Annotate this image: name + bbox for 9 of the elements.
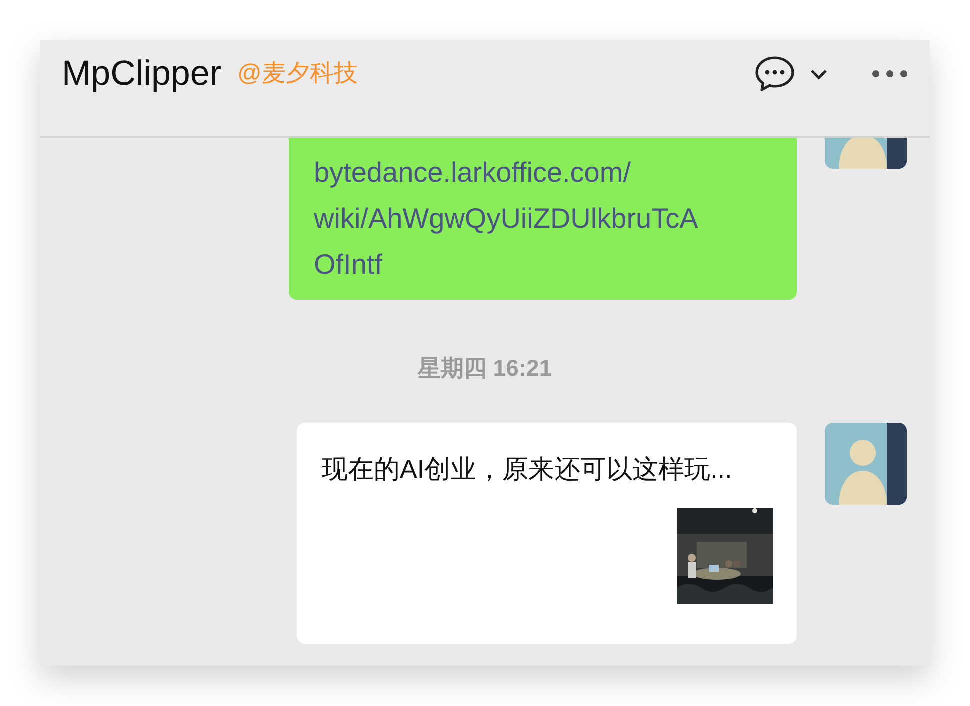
article-title: 现在的AI创业，原来还可以这样玩... [322, 453, 734, 486]
avatar[interactable] [825, 423, 907, 505]
message-bubble[interactable]: bytedance.larkoffice.com/ wiki/AhWgwQyUiiZDUlkbruTcA OfIntf [289, 138, 797, 300]
link-text[interactable]: bytedance.larkoffice.com/ wiki/AhWgwQyUiiZDUlkbruTcA OfIntf [314, 150, 773, 288]
article-card[interactable]: 现在的AI创业，原来还可以这样玩... [297, 423, 797, 644]
timestamp: 星期四 16:21 [416, 354, 552, 383]
chat-icon[interactable] [754, 54, 796, 94]
chat-title: MpClipper [62, 54, 222, 94]
account-name: @麦夕科技 [238, 59, 358, 89]
